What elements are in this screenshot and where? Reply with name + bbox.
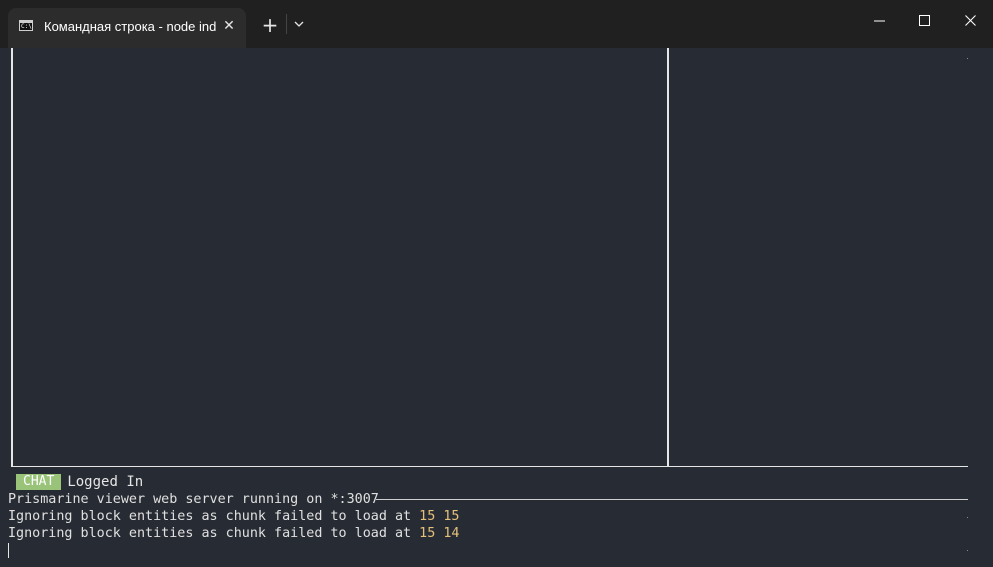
scroll-marker: [967, 517, 968, 518]
chunk-x: 15: [419, 509, 436, 524]
log-line: Prismarine viewer web server running on …: [8, 491, 379, 508]
maximize-button[interactable]: [901, 0, 947, 40]
log-line-text: Prismarine viewer web server running on …: [8, 492, 379, 507]
chunk-z: 15: [443, 509, 460, 524]
chevron-down-icon: [294, 21, 304, 27]
log-line-text: Ignoring block entities as chunk failed …: [8, 509, 420, 524]
text-cursor: [8, 543, 9, 558]
scroll-marker: [967, 550, 968, 551]
chat-pane-border: [376, 499, 968, 500]
close-window-button[interactable]: [947, 0, 993, 40]
chat-badge: CHAT: [16, 474, 62, 490]
tab-close-button[interactable]: ✕: [220, 17, 238, 35]
viewer-pane-divider: [667, 48, 669, 466]
tab-separator: [286, 14, 287, 34]
title-bar: C:\ Командная строка - node index.js ✕ +: [0, 0, 993, 48]
terminal-area[interactable]: CHAT Logged In Prismarine viewer web serv…: [0, 48, 993, 567]
viewer-pane-left-border: [11, 48, 13, 466]
close-icon: [965, 15, 976, 26]
viewer-pane-bottom-border: [11, 466, 968, 467]
minimize-button[interactable]: [856, 0, 902, 40]
minimize-icon: [874, 20, 885, 22]
new-tab-button[interactable]: +: [259, 14, 281, 36]
maximize-icon: [919, 15, 930, 26]
chunk-z: 14: [443, 526, 460, 541]
chat-status-row: CHAT Logged In: [16, 474, 143, 490]
log-line-text: Ignoring block entities as chunk failed …: [8, 526, 420, 541]
chat-message: Logged In: [67, 474, 144, 490]
new-tab-dropdown-button[interactable]: [291, 15, 307, 33]
chunk-x: 15: [419, 526, 436, 541]
tab-command-prompt[interactable]: C:\ Командная строка - node index.js ✕: [8, 8, 246, 48]
cmd-prompt-icon-text: C:\: [21, 23, 32, 30]
tab-title: Командная строка - node index.js: [44, 19, 216, 34]
cmd-prompt-icon: C:\: [19, 20, 33, 31]
log-line: Ignoring block entities as chunk failed …: [8, 525, 459, 542]
log-line: Ignoring block entities as chunk failed …: [8, 508, 459, 525]
scroll-marker: [967, 58, 968, 59]
